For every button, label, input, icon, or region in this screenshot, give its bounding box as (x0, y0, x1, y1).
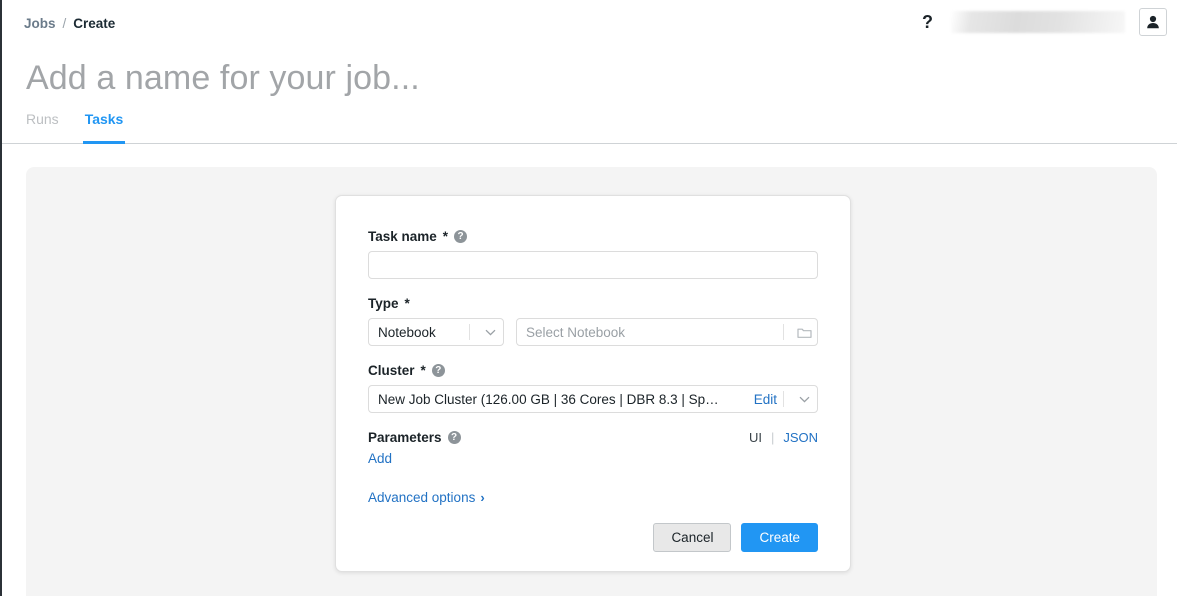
parameters-view-toggle: UI | JSON (749, 430, 818, 445)
parameters-add-link[interactable]: Add (368, 451, 392, 466)
create-button[interactable]: Create (741, 523, 818, 552)
tab-runs-label: Runs (26, 111, 59, 127)
help-icon[interactable]: ? (918, 11, 937, 33)
task-name-label-row: Task name * ? (368, 229, 818, 244)
cluster-select-divider (783, 391, 784, 407)
type-required-mark: * (405, 296, 410, 311)
breadcrumb-link-jobs[interactable]: Jobs (24, 16, 56, 31)
type-select-divider (469, 324, 470, 340)
type-row: Notebook Select Notebook (368, 318, 818, 346)
tab-tasks[interactable]: Tasks (83, 111, 126, 143)
account-email-redacted (951, 11, 1125, 33)
cluster-help-icon[interactable]: ? (432, 364, 445, 377)
type-select[interactable]: Notebook (368, 318, 504, 346)
cluster-required-mark: * (421, 363, 426, 378)
chevron-down-icon (477, 329, 503, 336)
chevron-right-icon: › (480, 490, 484, 505)
page-title[interactable]: Add a name for your job... (26, 56, 1177, 100)
type-label: Type (368, 296, 399, 311)
notebook-select-placeholder: Select Notebook (526, 325, 779, 340)
folder-icon[interactable] (791, 326, 817, 339)
tab-tasks-label: Tasks (85, 111, 124, 127)
parameters-view-json[interactable]: JSON (783, 430, 818, 445)
tab-bar: Runs Tasks (2, 111, 1177, 144)
type-label-row: Type * (368, 296, 818, 311)
cluster-label: Cluster (368, 363, 415, 378)
task-name-help-icon[interactable]: ? (454, 230, 467, 243)
notebook-select[interactable]: Select Notebook (516, 318, 818, 346)
breadcrumb-current-create: Create (73, 16, 115, 31)
cluster-select[interactable]: New Job Cluster (126.00 GB | 36 Cores | … (368, 385, 818, 413)
parameters-label: Parameters (368, 430, 442, 445)
breadcrumb-separator: / (63, 16, 67, 31)
user-avatar-button[interactable] (1139, 8, 1167, 36)
tab-runs[interactable]: Runs (24, 111, 61, 143)
header-actions: ? (918, 8, 1167, 36)
parameters-label-row: Parameters ? (368, 430, 461, 445)
cancel-button[interactable]: Cancel (653, 523, 731, 552)
task-name-required-mark: * (443, 229, 448, 244)
advanced-options-label: Advanced options (368, 490, 475, 505)
parameters-header-row: Parameters ? UI | JSON (368, 430, 818, 445)
chevron-down-icon (791, 396, 817, 403)
type-select-value: Notebook (378, 325, 465, 340)
parameters-view-ui[interactable]: UI (749, 430, 762, 445)
cluster-edit-link[interactable]: Edit (752, 392, 779, 407)
parameters-help-icon[interactable]: ? (448, 431, 461, 444)
task-name-input[interactable] (368, 251, 818, 279)
task-form-card: Task name * ? Type * Notebook Select Not… (335, 195, 851, 572)
cluster-select-value: New Job Cluster (126.00 GB | 36 Cores | … (378, 392, 752, 407)
cluster-label-row: Cluster * ? (368, 363, 818, 378)
notebook-select-divider (783, 324, 784, 340)
task-name-label: Task name (368, 229, 437, 244)
parameters-view-divider: | (771, 430, 774, 445)
top-header-bar: Jobs / Create ? (2, 0, 1177, 50)
user-icon (1145, 14, 1161, 30)
advanced-options-link[interactable]: Advanced options › (368, 490, 818, 505)
form-actions: Cancel Create (368, 523, 818, 552)
